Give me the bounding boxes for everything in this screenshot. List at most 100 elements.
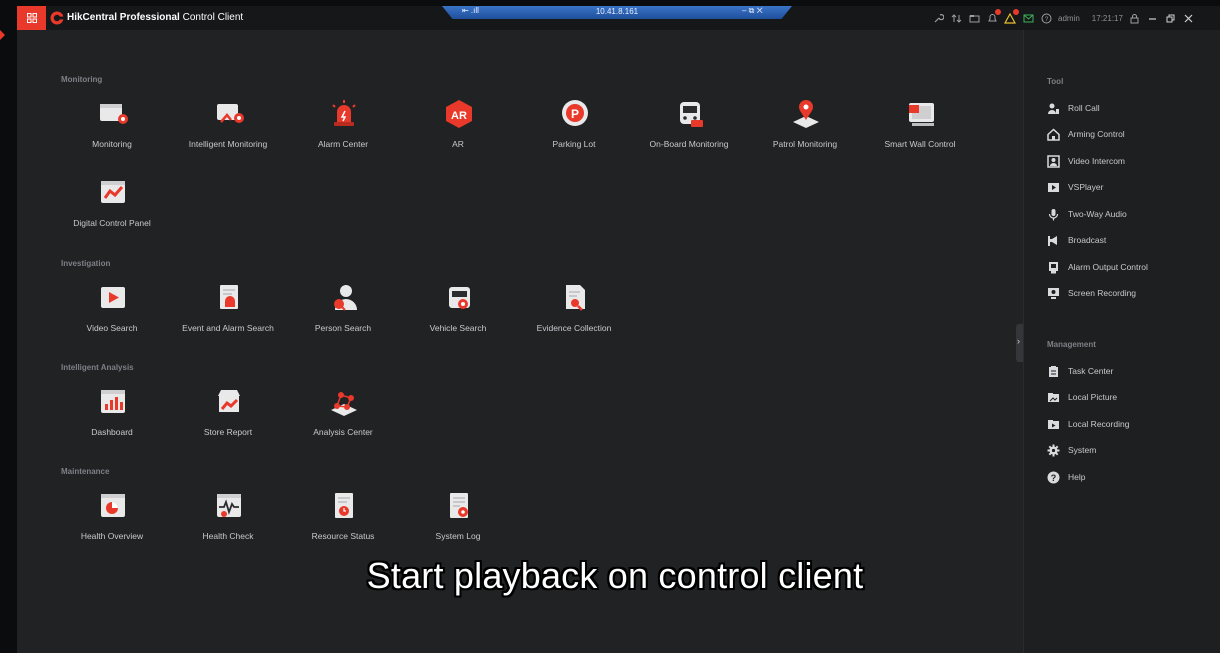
parking-lot-icon: P — [562, 100, 588, 126]
tile-parking-lot[interactable]: P Parking Lot — [519, 98, 629, 158]
tile-label: Event and Alarm Search — [182, 323, 274, 333]
tile-label: Patrol Monitoring — [772, 139, 838, 149]
tile-alarm-center[interactable]: Alarm Center — [288, 98, 398, 158]
video-intercom-icon — [1047, 154, 1060, 168]
tile-label: On-Board Monitoring — [649, 139, 729, 149]
digital-control-panel-icon — [101, 181, 125, 203]
tool-item-arming-control[interactable]: Arming Control — [1047, 127, 1125, 141]
tool-item-alarm-output-control[interactable]: Alarm Output Control — [1047, 260, 1148, 274]
wrench-icon[interactable] — [932, 12, 944, 24]
video-caption: Start playback on control client — [366, 555, 864, 596]
tile-label: Health Overview — [80, 531, 144, 541]
tile-health-check[interactable]: Health Check — [173, 490, 283, 550]
system-log-icon — [450, 493, 468, 518]
help-circle-icon[interactable]: ? — [1040, 12, 1052, 24]
restore-icon[interactable] — [1165, 12, 1177, 24]
event-alarm-search-icon — [220, 285, 238, 309]
microphone-icon — [1048, 208, 1059, 220]
tile-resource-status[interactable]: Resource Status — [288, 490, 398, 550]
title-bar-tools: ? admin 17:21:17 — [932, 9, 1195, 25]
tool-item-two-way-audio[interactable]: Two-Way Audio — [1047, 207, 1127, 221]
tile-label: AR — [452, 139, 464, 149]
tile-label: Smart Wall Control — [884, 139, 956, 149]
management-item-help[interactable]: ? Help — [1047, 470, 1085, 484]
remote-ip-address: 10.41.8.161 — [595, 7, 639, 16]
roll-call-icon — [1048, 103, 1059, 114]
tool-item-label: Arming Control — [1068, 129, 1125, 139]
management-item-system[interactable]: System — [1047, 443, 1096, 457]
alarm-center-icon — [332, 100, 356, 126]
broadcast-icon — [1048, 235, 1057, 246]
management-item-task-center[interactable]: Task Center — [1047, 364, 1113, 378]
monitoring-icon — [100, 104, 128, 124]
notification-icon[interactable] — [986, 9, 1001, 24]
edge-marker-icon — [0, 30, 5, 40]
tile-person-search[interactable]: Person Search — [288, 282, 398, 342]
arming-control-icon — [1047, 127, 1060, 141]
tool-item-label: Video Intercom — [1068, 156, 1126, 166]
tile-dashboard[interactable]: Dashboard — [57, 386, 167, 446]
tool-item-video-intercom[interactable]: Video Intercom — [1047, 154, 1125, 168]
person-search-icon — [334, 285, 357, 311]
tile-vehicle-search[interactable]: Vehicle Search — [403, 282, 513, 342]
svg-text:P: P — [571, 107, 579, 121]
health-overview-icon — [101, 494, 125, 517]
close-icon[interactable] — [1183, 12, 1195, 24]
tile-store-report[interactable]: Store Report — [173, 386, 283, 446]
video-search-icon — [101, 287, 125, 308]
tile-digital-control-panel[interactable]: Digital Control Panel — [57, 177, 167, 237]
home-menu-button[interactable] — [17, 6, 46, 30]
title-bar: HikCentral Professional Control Client ⇤… — [17, 6, 1220, 30]
tile-intelligent-monitoring[interactable]: Intelligent Monitoring — [173, 98, 283, 158]
tile-label: Parking Lot — [552, 139, 596, 149]
tile-evidence-collection[interactable]: Evidence Collection — [519, 282, 629, 342]
tile-label: Evidence Collection — [536, 323, 612, 333]
section-title-monitoring: Monitoring — [61, 75, 103, 84]
transfer-icon[interactable] — [950, 12, 962, 24]
tile-label: Monitoring — [92, 139, 132, 149]
section-title-maintenance: Maintenance — [61, 467, 110, 476]
tile-label: Video Search — [86, 323, 138, 333]
message-icon[interactable] — [1022, 12, 1034, 24]
tool-item-screen-recording[interactable]: Screen Recording — [1047, 286, 1136, 300]
current-user[interactable]: admin — [1058, 14, 1080, 23]
minimize-icon[interactable] — [1147, 12, 1159, 24]
remote-connection-bar[interactable]: ⇤ .ıll 10.41.8.161 – ⧉ ✕ — [442, 6, 792, 19]
dashboard-icon — [101, 390, 125, 413]
tile-analysis-center[interactable]: Analysis Center — [288, 386, 398, 446]
tile-patrol-monitoring[interactable]: Patrol Monitoring — [750, 98, 860, 158]
lock-icon[interactable] — [1129, 12, 1141, 24]
svg-text:?: ? — [1051, 473, 1057, 483]
tile-ar[interactable]: AR AR — [403, 98, 513, 158]
tile-label: Dashboard — [91, 427, 133, 437]
tile-label: Digital Control Panel — [73, 218, 151, 228]
tool-item-label: VSPlayer — [1068, 182, 1104, 192]
tile-on-board-monitoring[interactable]: On-Board Monitoring — [634, 98, 744, 158]
management-item-label: Local Picture — [1068, 392, 1118, 402]
clock-time: 17:21:17 — [1091, 13, 1123, 23]
grid-icon — [26, 13, 37, 23]
tile-monitoring[interactable]: Monitoring — [57, 98, 167, 158]
tool-item-broadcast[interactable]: Broadcast — [1047, 233, 1106, 247]
remote-bar-window-controls[interactable]: – ⧉ ✕ — [742, 6, 763, 16]
folder-icon[interactable] — [968, 12, 980, 24]
management-item-local-picture[interactable]: Local Picture — [1047, 390, 1117, 404]
tool-section-title: Tool — [1047, 77, 1064, 86]
tile-video-search[interactable]: Video Search — [57, 282, 167, 342]
vehicle-search-icon — [449, 287, 470, 309]
alarm-warning-icon[interactable] — [1004, 9, 1019, 24]
ar-icon: AR — [446, 100, 472, 128]
management-item-local-recording[interactable]: Local Recording — [1047, 417, 1129, 431]
tool-item-label: Alarm Output Control — [1068, 262, 1148, 272]
evidence-collection-icon — [566, 285, 585, 311]
tile-event-alarm-search[interactable]: Event and Alarm Search — [173, 282, 283, 342]
tool-item-vsplayer[interactable]: VSPlayer — [1047, 180, 1103, 194]
analysis-center-icon — [331, 392, 357, 416]
section-title-intelligent-analysis: Intelligent Analysis — [61, 363, 134, 372]
tile-system-log[interactable]: System Log — [403, 490, 513, 550]
svg-text:AR: AR — [451, 110, 467, 122]
app-title: HikCentral Professional Control Client — [67, 12, 243, 23]
tile-smart-wall-control[interactable]: Smart Wall Control — [865, 98, 975, 158]
tool-item-roll-call[interactable]: Roll Call — [1047, 101, 1100, 115]
tile-health-overview[interactable]: Health Overview — [57, 490, 167, 550]
